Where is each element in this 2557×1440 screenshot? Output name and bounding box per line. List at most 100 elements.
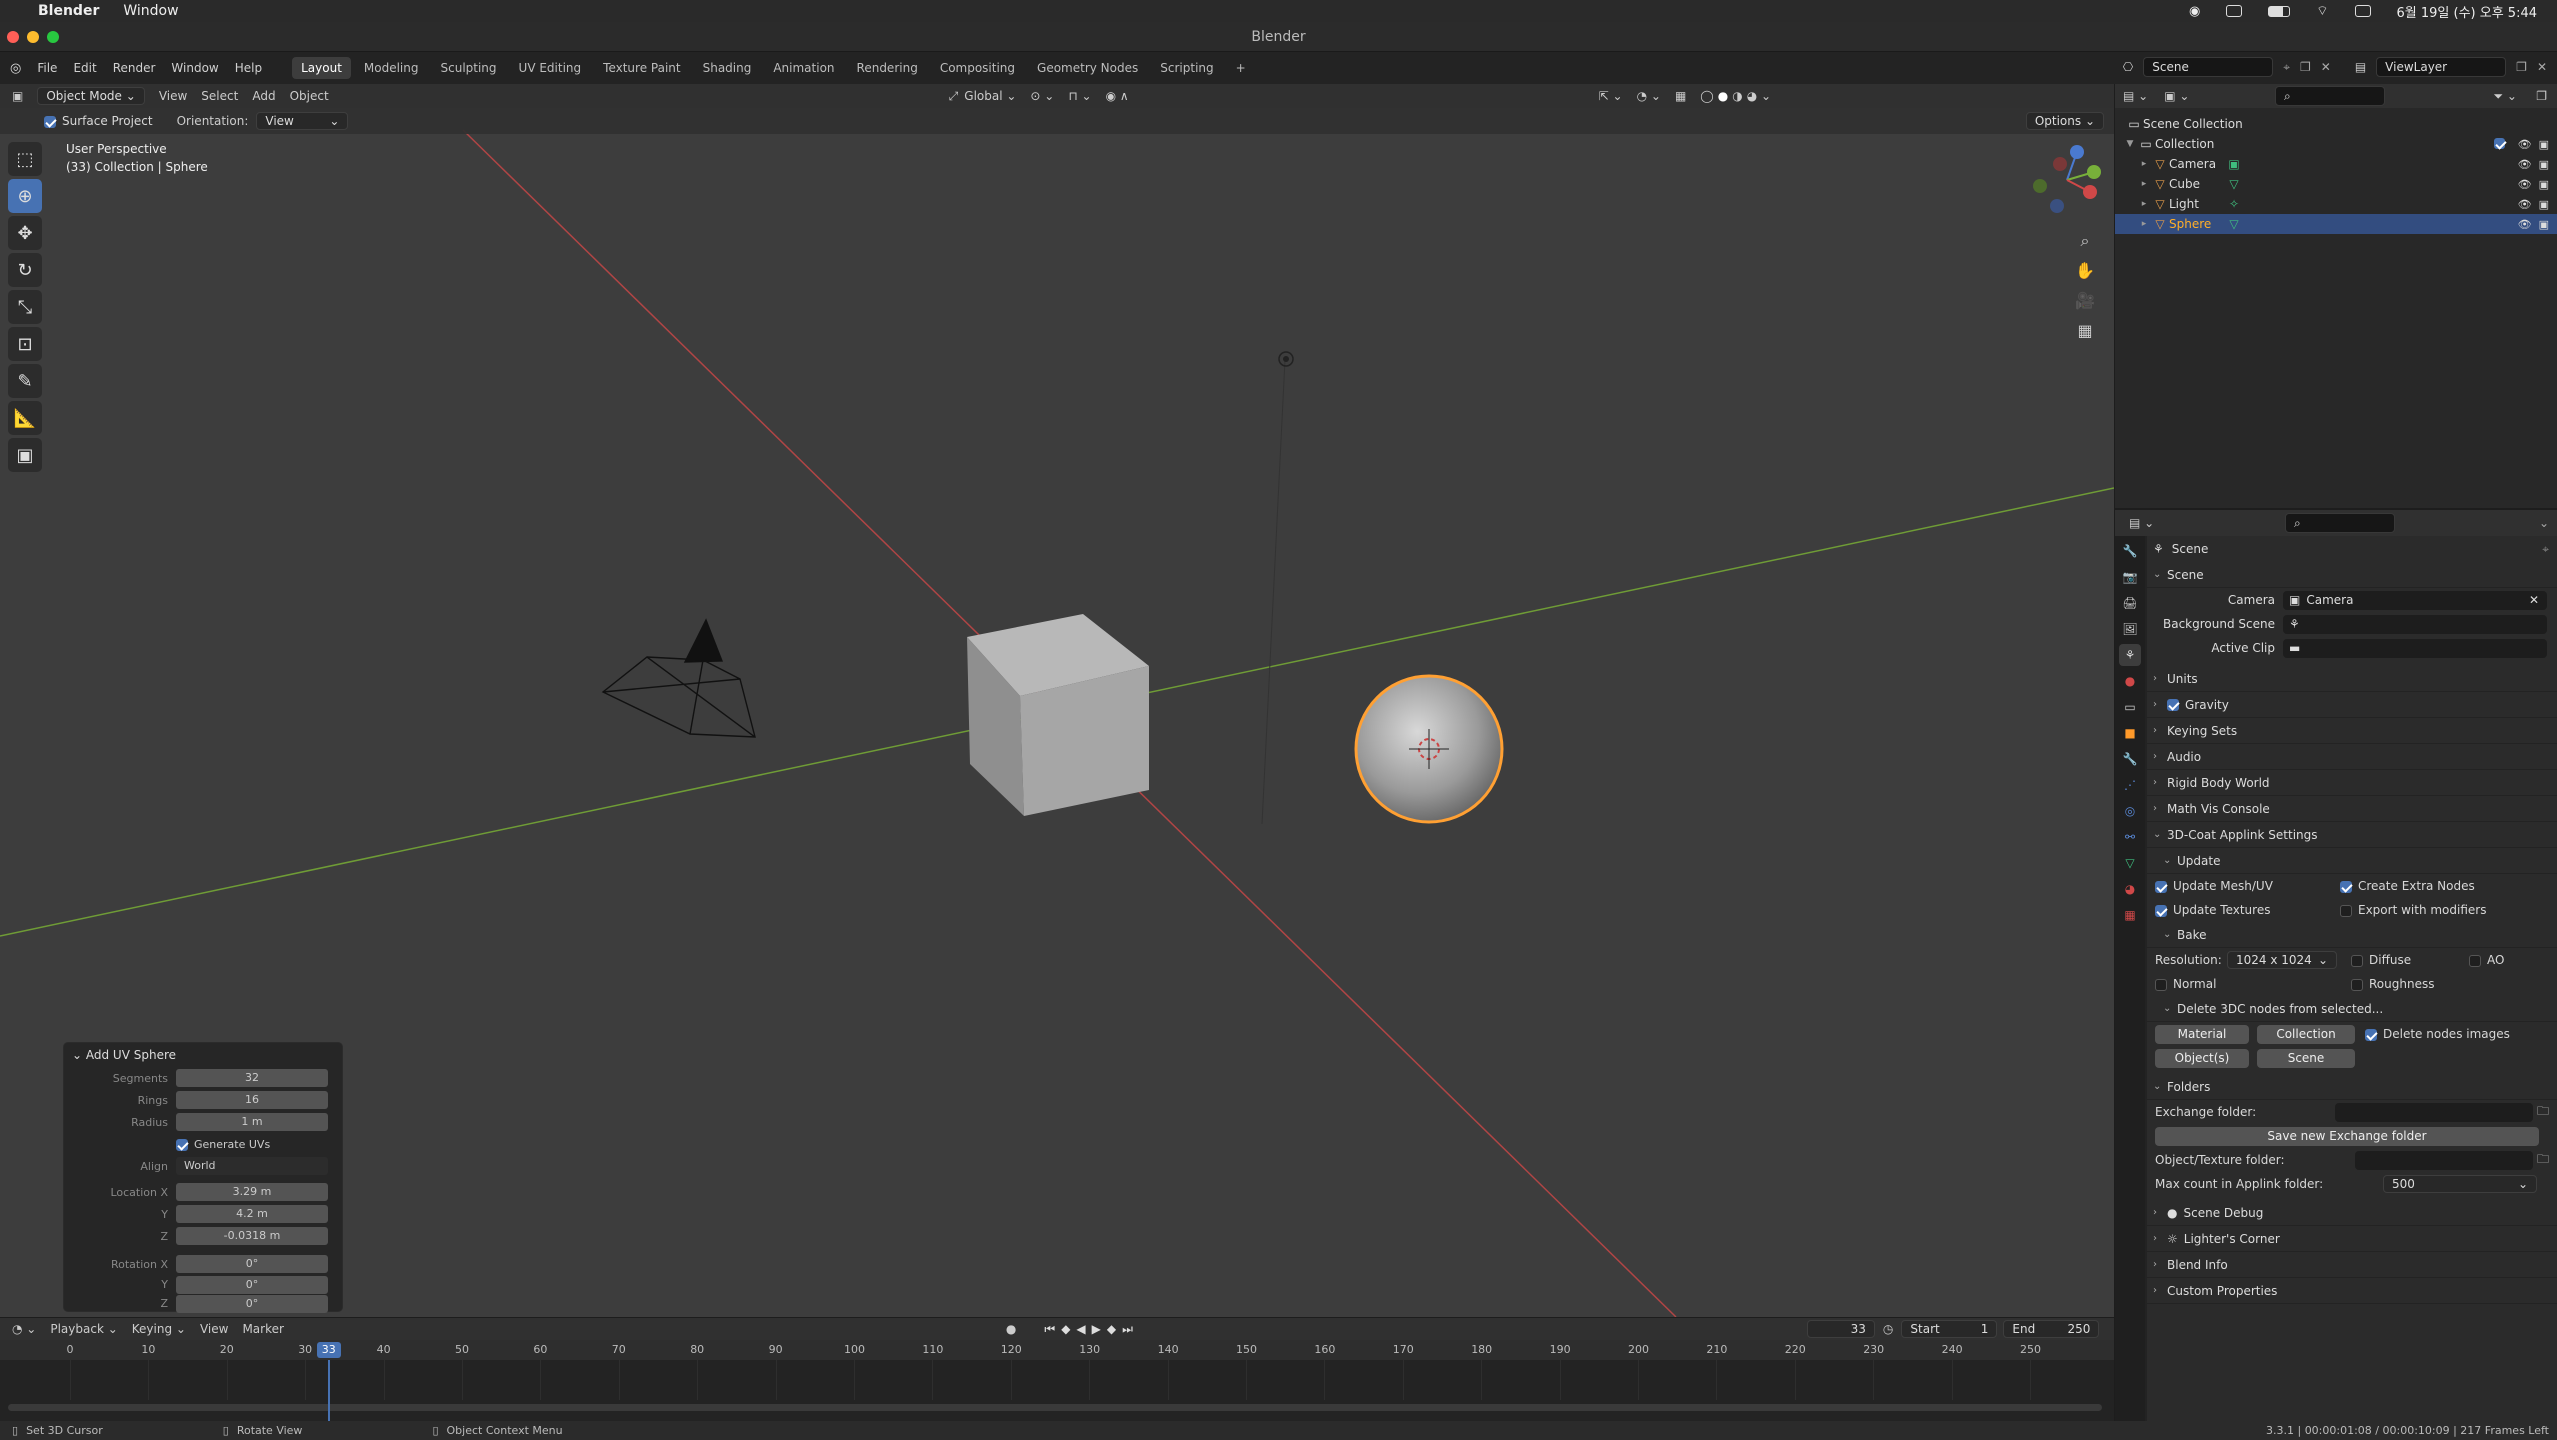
3d-viewport[interactable]: ▣ Object Mode ⌄ View Select Add Object ⤢…	[0, 84, 2114, 1317]
scene-button[interactable]: Scene	[2257, 1048, 2355, 1068]
properties-options-icon[interactable]: ⌄	[2539, 516, 2549, 530]
pin-icon[interactable]: ⌖	[2283, 60, 2290, 75]
rings-field[interactable]: 16	[176, 1091, 328, 1109]
menu-file[interactable]: File	[37, 61, 57, 75]
mac-app-name[interactable]: Blender	[38, 3, 99, 19]
battery-icon[interactable]	[2268, 5, 2291, 17]
sphere-object[interactable]	[1354, 674, 1504, 824]
bake-section-header[interactable]: ⌄ Bake	[2147, 922, 2557, 948]
outliner-search[interactable]: ⌕	[2275, 86, 2385, 106]
location-y-field[interactable]: 4.2 m	[176, 1205, 328, 1223]
tab-rendering[interactable]: Rendering	[848, 57, 927, 79]
normal-checkbox[interactable]: Normal	[2155, 977, 2351, 991]
mac-menu-window[interactable]: Window	[123, 3, 178, 19]
render-camera-icon[interactable]: ▣	[2539, 138, 2549, 151]
section-units[interactable]: › Units	[2147, 666, 2557, 692]
tab-shading[interactable]: Shading	[694, 57, 761, 79]
section-rigid-body-world[interactable]: › Rigid Body World	[2147, 770, 2557, 796]
keying-menu[interactable]: Keying ⌄	[132, 1322, 186, 1336]
tab-geometry-nodes[interactable]: Geometry Nodes	[1028, 57, 1147, 79]
export-modifiers-checkbox[interactable]: Export with modifiers	[2340, 903, 2486, 917]
material-button[interactable]: Material	[2155, 1024, 2249, 1044]
operator-panel-header[interactable]: ⌄ Add UV Sphere	[64, 1043, 342, 1067]
folder-icon[interactable]: 🗀	[2537, 1150, 2549, 1171]
collection-tab-icon[interactable]: ▭	[2119, 696, 2141, 718]
ao-checkbox[interactable]: AO	[2469, 953, 2504, 967]
active-clip-field[interactable]: ▬	[2283, 638, 2547, 658]
marker-menu[interactable]: Marker	[242, 1322, 283, 1336]
create-extra-nodes-checkbox[interactable]: Create Extra Nodes	[2340, 879, 2475, 893]
exchange-folder-field[interactable]	[2335, 1102, 2533, 1122]
pin-icon[interactable]: ⌖	[2542, 542, 2549, 557]
render-camera-icon[interactable]: ▣	[2539, 198, 2549, 211]
transform-tool[interactable]: ⊡	[8, 327, 42, 361]
overlay-icon[interactable]: ◔ ⌄	[1637, 89, 1661, 103]
orientation-dropdown[interactable]: View ⌄	[256, 112, 349, 130]
add-menu[interactable]: Add	[252, 89, 275, 103]
tab-sculpting[interactable]: Sculpting	[432, 57, 506, 79]
rotation-x-field[interactable]: 0°	[176, 1255, 328, 1273]
playback-controls[interactable]: ⏮◆◀▶◆⏭	[1044, 1322, 1139, 1337]
camera-icon[interactable]: ▣	[2225, 157, 2243, 171]
update-textures-checkbox[interactable]: Update Textures	[2155, 903, 2340, 917]
collection-button[interactable]: Collection	[2257, 1024, 2355, 1044]
section-blend-info[interactable]: › Blend Info	[2147, 1252, 2557, 1278]
update-mesh-uv-checkbox[interactable]: Update Mesh/UV	[2155, 879, 2340, 893]
location-x-field[interactable]: 3.29 m	[176, 1183, 328, 1201]
tab-layout[interactable]: Layout	[292, 57, 351, 79]
start-frame-field[interactable]: Start 1	[1901, 1320, 1998, 1338]
new-collection-icon[interactable]: ❐	[2536, 89, 2547, 103]
select-menu[interactable]: Select	[201, 89, 238, 103]
xray-icon[interactable]: ▦	[1675, 89, 1686, 103]
scene-collection-row[interactable]: ▭ Scene Collection	[2115, 114, 2557, 134]
timeline-view-menu[interactable]: View	[200, 1322, 228, 1336]
playhead-line[interactable]	[327, 1360, 330, 1421]
render-camera-icon[interactable]: ▣	[2539, 218, 2549, 231]
proportional-edit-icon[interactable]: ◉ ∧	[1106, 89, 1129, 103]
blender-logo-icon[interactable]: ◎	[10, 61, 21, 76]
section-gravity[interactable]: › Gravity	[2147, 692, 2557, 718]
rendered-shading-icon[interactable]: ◕ ⌄	[1747, 89, 1771, 103]
outliner-item-sphere[interactable]: ▸ ▽ Sphere ▽ 👁 ▣	[2115, 214, 2557, 234]
data-tab-icon[interactable]: ▽	[2119, 852, 2141, 874]
tab-animation[interactable]: Animation	[764, 57, 843, 79]
scale-tool[interactable]: ⤡	[8, 290, 42, 324]
expand-icon[interactable]: ▸	[2137, 219, 2151, 229]
view-menu[interactable]: View	[159, 89, 187, 103]
camera-field[interactable]: ▣ Camera ✕	[2283, 590, 2547, 610]
wifi-icon[interactable]: ⌔	[2316, 3, 2328, 19]
update-section-header[interactable]: ⌄ Update	[2147, 848, 2557, 874]
resolution-dropdown[interactable]: 1024 x 1024 ⌄	[2227, 951, 2337, 969]
outliner-editor-icon[interactable]: ▤ ⌄	[2123, 89, 2148, 103]
particles-tab-icon[interactable]: ⋰	[2119, 774, 2141, 796]
eye-icon[interactable]: 👁	[2518, 198, 2532, 211]
constraints-tab-icon[interactable]: ⚯	[2119, 826, 2141, 848]
rotation-y-field[interactable]: 0°	[176, 1275, 328, 1294]
move-tool[interactable]: ✥	[8, 216, 42, 250]
expand-icon[interactable]: ▼	[2123, 139, 2137, 149]
render-camera-icon[interactable]: ▣	[2539, 158, 2549, 171]
axis-gizmo[interactable]	[2002, 140, 2112, 220]
section-custom-properties[interactable]: › Custom Properties	[2147, 1278, 2557, 1304]
add-workspace-button[interactable]: +	[1227, 57, 1255, 79]
tab-modeling[interactable]: Modeling	[355, 57, 428, 79]
section-math-vis-console[interactable]: › Math Vis Console	[2147, 796, 2557, 822]
transform-orientation-dropdown[interactable]: Global ⌄	[964, 89, 1016, 103]
delete-viewlayer-icon[interactable]: ✕	[2537, 60, 2547, 74]
coat-section-header[interactable]: ⌄ 3D-Coat Applink Settings	[2147, 822, 2557, 848]
mesh-icon[interactable]: ▽	[2225, 217, 2243, 231]
filter-icon[interactable]: ⏷ ⌄	[2494, 89, 2517, 104]
tab-scripting[interactable]: Scripting	[1151, 57, 1222, 79]
pan-hand-icon[interactable]: ✋	[2072, 258, 2098, 284]
record-icon[interactable]: ◉	[2189, 4, 2200, 19]
view-layer-tab-icon[interactable]: 🖼	[2119, 618, 2141, 640]
align-dropdown[interactable]: World	[176, 1157, 328, 1175]
object-mode-dropdown[interactable]: Object Mode ⌄	[37, 87, 145, 105]
timeline-editor-icon[interactable]: ◔ ⌄	[12, 1322, 36, 1336]
objects-button[interactable]: Object(s)	[2155, 1048, 2249, 1068]
background-scene-field[interactable]: ⚘	[2283, 614, 2547, 634]
wireframe-shading-icon[interactable]: ◯	[1700, 89, 1713, 103]
expand-icon[interactable]: ▸	[2137, 179, 2151, 189]
folders-section-header[interactable]: ⌄ Folders	[2147, 1074, 2557, 1100]
material-shading-icon[interactable]: ◑	[1732, 89, 1742, 103]
